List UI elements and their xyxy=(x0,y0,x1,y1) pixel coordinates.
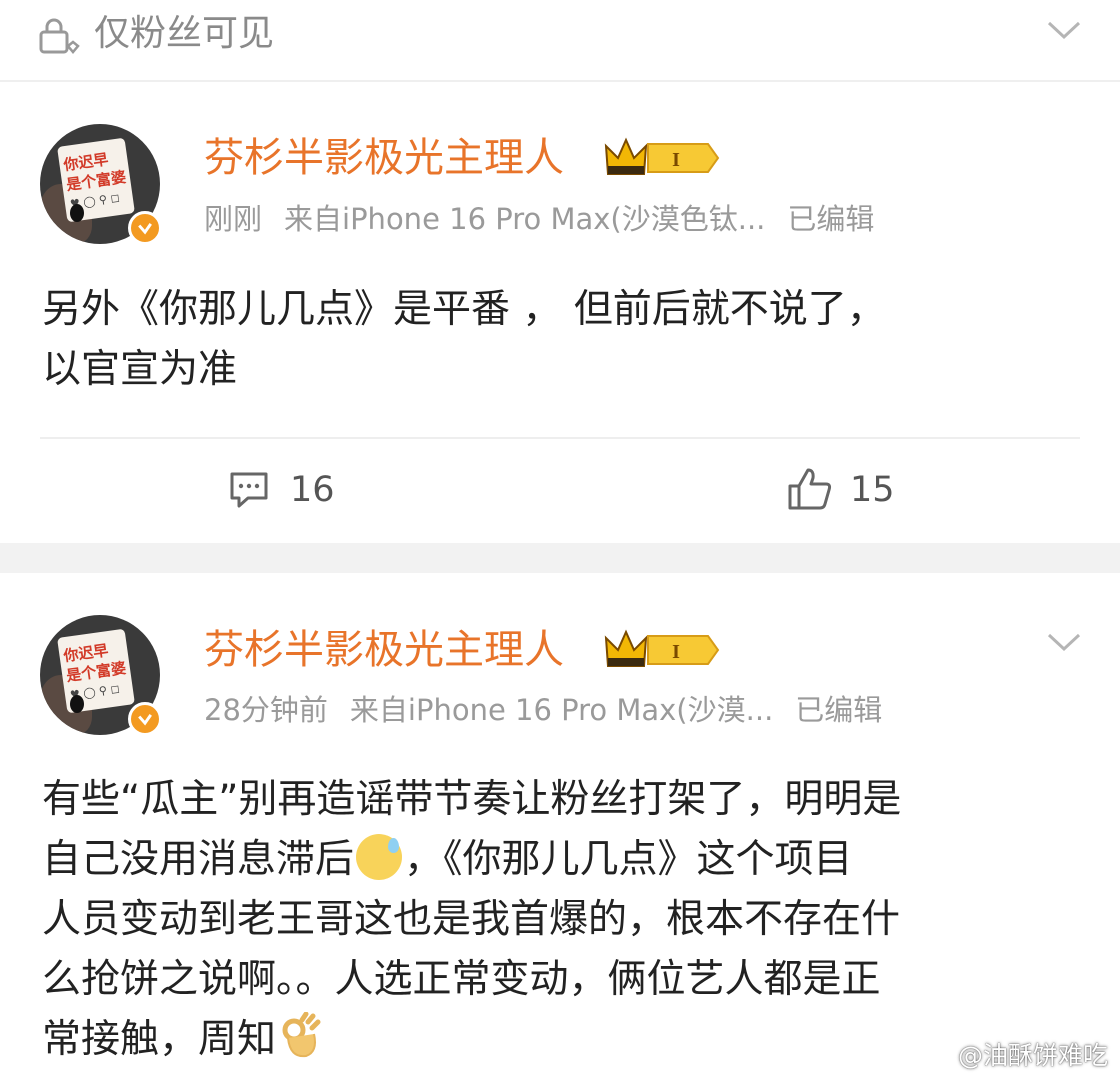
level-badge-text: I xyxy=(672,149,680,171)
chevron-down-icon[interactable] xyxy=(1046,18,1082,42)
post-meta: 28分钟前 来自iPhone 16 Pro Max(沙漠... 已编辑 xyxy=(204,692,882,728)
member-crown-badge-icon[interactable]: I xyxy=(604,628,722,672)
divider xyxy=(0,80,1120,82)
post-content-line: 人员变动到老王哥这也是我首爆的，根本不存在什 xyxy=(42,897,901,942)
chevron-down-icon[interactable] xyxy=(1046,630,1082,654)
comment-icon[interactable] xyxy=(228,470,270,510)
member-crown-badge-icon[interactable]: I xyxy=(604,136,722,180)
post-content: 另外《你那儿几点》是平番 ， 但前后就不说了， 以官宣为准 xyxy=(42,280,886,400)
ok-hand-emoji-icon xyxy=(282,1012,321,1058)
post-content-line: 自己没用消息滞后 ，《你那儿几点》这个项目 xyxy=(42,830,1102,890)
divider xyxy=(40,437,1080,439)
like-icon[interactable] xyxy=(786,466,834,512)
sweat-emoji-icon xyxy=(356,834,403,880)
post-source[interactable]: 来自iPhone 16 Pro Max(沙漠色钛... xyxy=(284,202,765,236)
like-count[interactable]: 15 xyxy=(850,470,895,510)
post-time: 刚刚 xyxy=(204,202,263,236)
post-content-line: 有些“瓜主”别再造谣带节奏让粉丝打架了，明明是 xyxy=(42,777,902,822)
post-content: 有些“瓜主”别再造谣带节奏让粉丝打架了，明明是 自己没用消息滞后 ，《你那儿几点》… xyxy=(42,770,1102,1070)
post-source[interactable]: 来自iPhone 16 Pro Max(沙漠... xyxy=(350,693,773,727)
verified-badge-icon xyxy=(128,211,162,245)
verified-badge-icon xyxy=(128,702,162,736)
username[interactable]: 芬杉半影极光主理人 xyxy=(204,626,564,674)
edited-label: 已编辑 xyxy=(787,202,875,236)
post-separator xyxy=(0,543,1120,573)
post-content-line: 常接触，周知 xyxy=(42,1010,1102,1070)
post-content-text: 自己没用消息滞后 xyxy=(42,837,355,882)
username[interactable]: 芬杉半影极光主理人 xyxy=(204,134,564,182)
post-time: 28分钟前 xyxy=(204,693,328,727)
level-badge-text: I xyxy=(672,641,680,663)
lock-icon xyxy=(39,18,80,54)
post-content-text: ，《你那儿几点》这个项目 xyxy=(404,837,853,882)
visibility-label: 仅粉丝可见 xyxy=(94,13,275,54)
post-meta: 刚刚 来自iPhone 16 Pro Max(沙漠色钛... 已编辑 xyxy=(204,201,874,237)
post-content-text: 常接触，周知 xyxy=(42,1017,277,1062)
post-content-line: 以官宣为准 xyxy=(42,347,238,392)
post-content-line: 另外《你那儿几点》是平番 ， 但前后就不说了， xyxy=(42,287,886,332)
edited-label: 已编辑 xyxy=(795,693,883,727)
comment-count[interactable]: 16 xyxy=(290,470,335,510)
watermark: @油酥饼难吃 xyxy=(957,1041,1108,1070)
post-content-line: 么抢饼之说啊。。人选正常变动，俩位艺人都是正 xyxy=(42,957,881,1002)
